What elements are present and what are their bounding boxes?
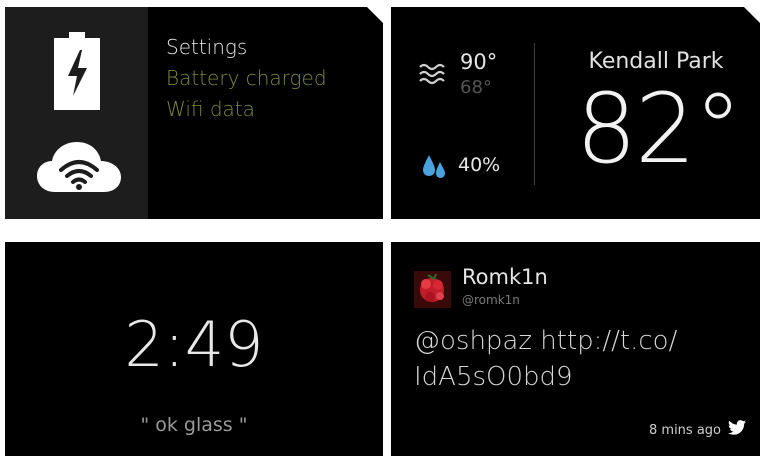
settings-icon-panel [5, 7, 148, 219]
wifi-status: Wifi data [166, 97, 255, 121]
settings-card[interactable]: Settings Battery charged Wifi data [5, 7, 383, 219]
settings-title: Settings [166, 35, 248, 59]
tweet-author-name: Romk1n [462, 265, 548, 289]
high-temperature: 90° [460, 50, 498, 74]
tweet-timestamp: 8 mins ago [649, 423, 721, 438]
battery-status: Battery charged [166, 66, 327, 90]
waves-icon [419, 63, 445, 85]
settings-text: Settings Battery charged Wifi data [166, 32, 327, 125]
clock-card[interactable]: 2:49 " ok glass " [5, 242, 383, 456]
weather-divider [534, 43, 535, 185]
ok-glass-hint: " ok glass " [140, 414, 248, 436]
twitter-bird-icon [728, 420, 746, 435]
cloud-wifi-icon [37, 142, 121, 192]
corner-fold [367, 7, 383, 23]
current-temperature: 82° [575, 73, 742, 185]
tweet-card[interactable]: Romk1n @romk1n @oshpaz http://t.co/ IdA5… [391, 242, 760, 456]
city-name: Kendall Park [588, 49, 724, 74]
corner-fold [744, 7, 760, 23]
weather-card[interactable]: 90° 68° 40% Kendall Park 82° [391, 7, 760, 219]
battery-charging-icon [54, 32, 100, 110]
precipitation-chance: 40% [458, 154, 501, 176]
tweet-body: @oshpaz http://t.co/ IdA5sO0bd9 [414, 326, 678, 392]
tweet-author-handle[interactable]: @romk1n [462, 293, 520, 307]
avatar-icon [414, 271, 451, 308]
low-temperature: 68° [460, 77, 492, 98]
clock-time: 2:49 [124, 308, 264, 381]
raindrops-icon [423, 155, 445, 178]
